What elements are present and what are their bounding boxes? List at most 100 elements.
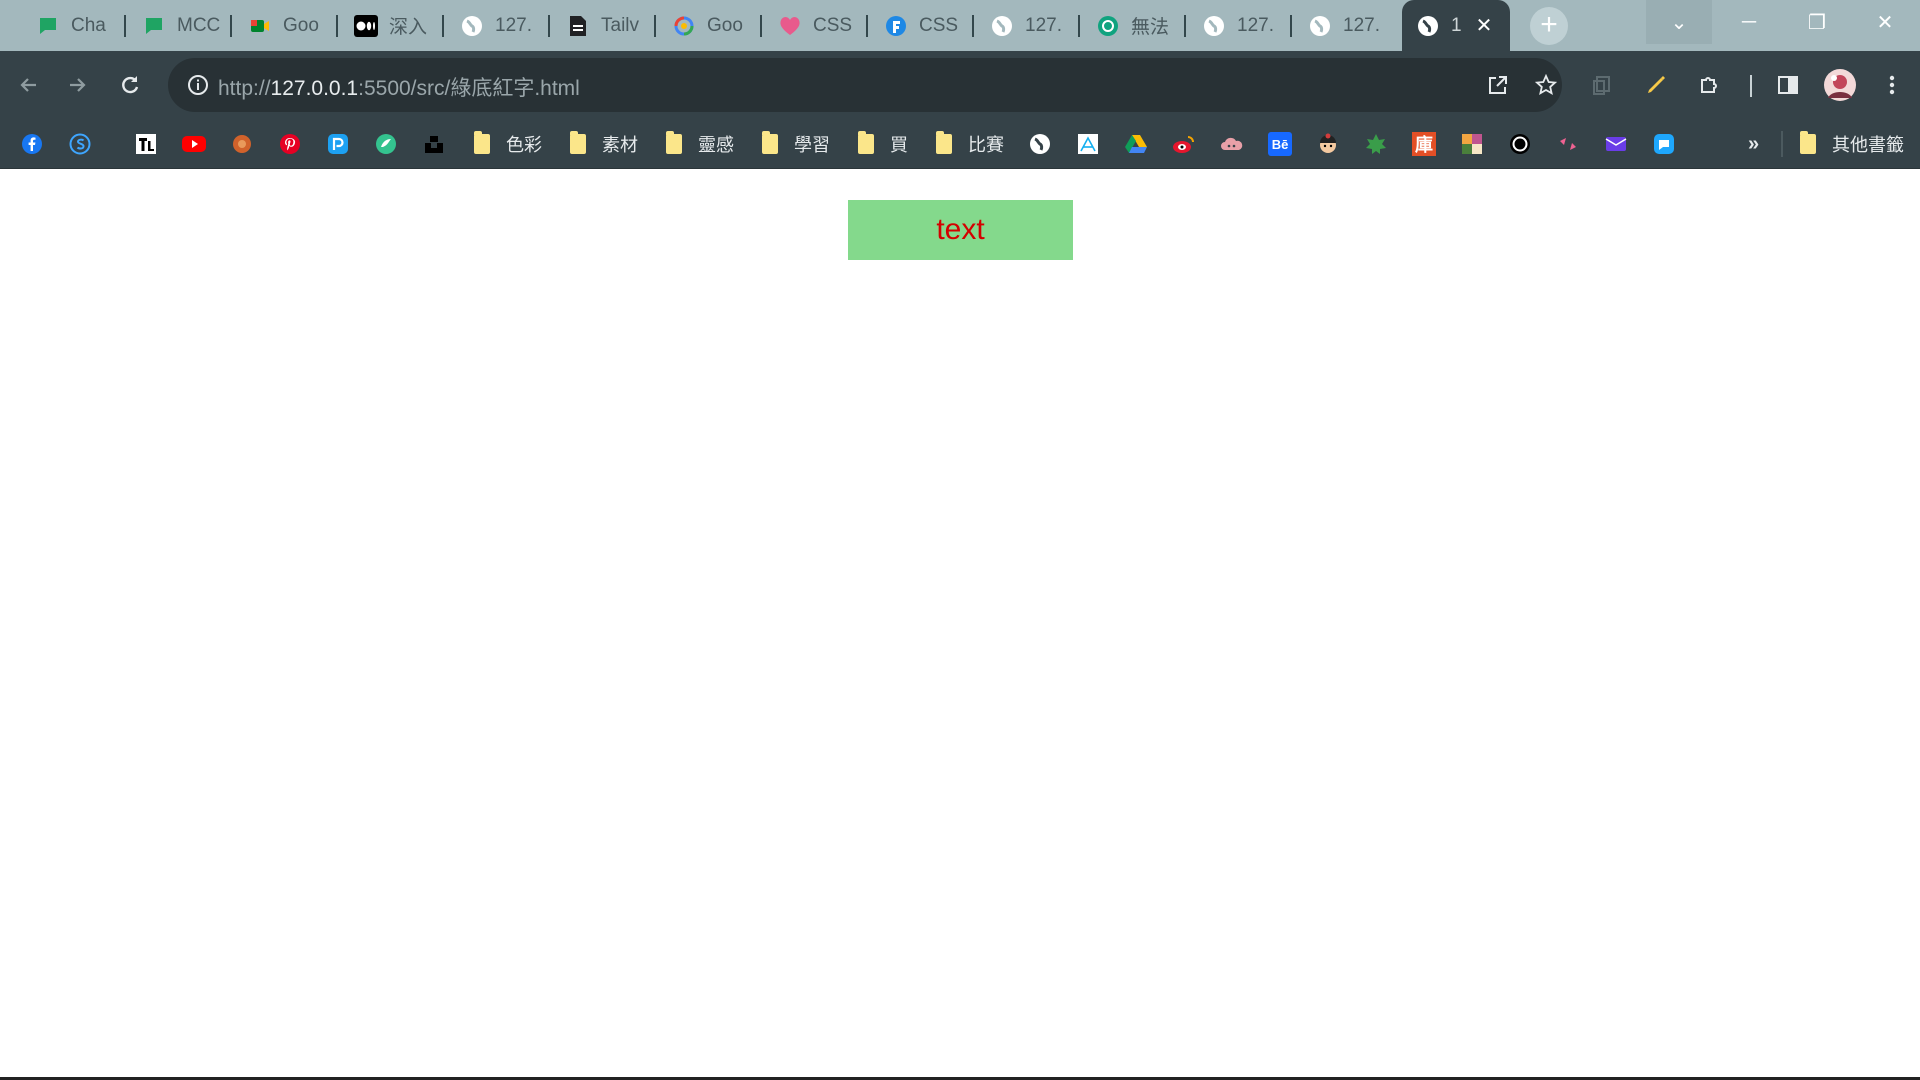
back-button[interactable] — [8, 65, 48, 105]
tab[interactable]: Tailv — [552, 0, 644, 51]
chevron-down-icon: ⌄ — [1670, 11, 1688, 34]
bookmark-facebook[interactable] — [20, 129, 44, 159]
minimize-icon: ─ — [1741, 10, 1757, 33]
tab[interactable]: MCC — [128, 0, 220, 51]
active-tab[interactable]: 1 ✕ — [1402, 0, 1510, 51]
bookmark-s[interactable] — [68, 129, 92, 159]
site-info-button[interactable] — [178, 65, 218, 105]
tab[interactable]: 無法 — [1082, 0, 1174, 51]
tab[interactable]: Goo — [234, 0, 326, 51]
folder-icon — [854, 131, 878, 156]
tab-separator — [1184, 15, 1186, 37]
behance-icon: Bē — [1268, 132, 1292, 156]
side-panel-icon — [1778, 76, 1798, 94]
bookmark-google-drive[interactable] — [1124, 129, 1148, 159]
bookmarks-overflow-button[interactable]: » — [1748, 129, 1759, 159]
avatar — [1824, 69, 1856, 101]
bookmark-globe[interactable] — [1028, 129, 1052, 159]
tab[interactable]: CSS — [764, 0, 856, 51]
globe-icon — [1202, 14, 1226, 38]
close-window-button[interactable]: ✕ — [1852, 0, 1918, 44]
bookmark-cloud[interactable] — [1220, 129, 1244, 159]
bookmark-folder-contests[interactable]: 比賽 — [932, 129, 1004, 159]
bookmark-pink-arrows[interactable] — [1556, 129, 1580, 159]
bookmark-folder-buy[interactable]: 買 — [854, 129, 908, 159]
tab-separator — [548, 15, 550, 37]
puzzle-icon — [1701, 77, 1717, 93]
tab-search-button[interactable]: ⌄ — [1646, 0, 1712, 44]
bookmark-folder-inspiration[interactable]: 靈感 — [662, 129, 734, 159]
pinterest-icon — [278, 132, 302, 156]
p-logo-icon — [326, 132, 350, 156]
info-icon — [188, 75, 208, 95]
tab[interactable]: 127. — [446, 0, 538, 51]
bookmark-tl[interactable] — [134, 129, 158, 159]
tab-separator — [866, 15, 868, 37]
forward-button[interactable] — [58, 65, 98, 105]
url-text[interactable]: http://127.0.0.1:5500/src/綠底紅字.html — [218, 72, 580, 102]
other-bookmarks-folder[interactable]: 其他書籤 — [1796, 129, 1904, 159]
menu-button[interactable] — [1872, 65, 1912, 105]
s-logo-icon — [68, 132, 92, 156]
tab[interactable]: 127. — [1188, 0, 1280, 51]
url-host: 127.0.0.1 — [270, 77, 359, 100]
bookmark-label: 色彩 — [506, 135, 542, 155]
copy-icon — [1593, 76, 1610, 95]
bookmark-mail[interactable] — [1604, 129, 1628, 159]
bookmark-palette[interactable] — [1460, 129, 1484, 159]
bookmark-label: 素材 — [602, 135, 638, 155]
tab[interactable]: CSS — [870, 0, 962, 51]
url-scheme: http:// — [218, 77, 271, 100]
minimize-button[interactable]: ─ — [1716, 0, 1782, 44]
bookmark-folder-colors[interactable]: 色彩 — [470, 129, 542, 159]
bookmarks-divider — [1781, 131, 1783, 157]
tab[interactable]: Cha — [22, 0, 114, 51]
side-panel-button[interactable] — [1768, 65, 1808, 105]
bookmark-character[interactable] — [1316, 129, 1340, 159]
bookmark-folder-learning[interactable]: 學習 — [758, 129, 830, 159]
tab[interactable]: 深入 — [340, 0, 432, 51]
new-tab-button[interactable]: + — [1530, 7, 1568, 45]
bookmark-green-circle[interactable] — [374, 129, 398, 159]
tab-separator — [230, 15, 232, 37]
tab-separator — [1290, 15, 1292, 37]
bookmark-flower[interactable] — [230, 129, 254, 159]
tab[interactable]: Goo — [658, 0, 750, 51]
bookmark-ring[interactable] — [1508, 129, 1532, 159]
globe-icon — [990, 14, 1014, 38]
reload-button[interactable] — [110, 65, 150, 105]
copy-extension-button[interactable] — [1582, 65, 1622, 105]
bookmark-artstation[interactable] — [1076, 129, 1100, 159]
bookmark-library[interactable]: 庫 — [1412, 129, 1436, 159]
folder-icon — [470, 131, 494, 156]
flower-icon — [230, 132, 254, 156]
bookmark-behance[interactable]: Bē — [1268, 129, 1292, 159]
highlighter-extension-button[interactable] — [1636, 65, 1676, 105]
bookmark-pinterest[interactable] — [278, 129, 302, 159]
bookmark-unsplash[interactable] — [422, 129, 446, 159]
bookmark-blue-chat[interactable] — [1652, 129, 1676, 159]
profile-button[interactable] — [1820, 65, 1860, 105]
bookmark-leaf[interactable] — [1364, 129, 1388, 159]
restore-icon: ❐ — [1808, 11, 1826, 34]
tab-separator — [760, 15, 762, 37]
share-button[interactable] — [1478, 65, 1518, 105]
bookmark-weibo[interactable] — [1172, 129, 1196, 159]
tab[interactable]: 127. — [1294, 0, 1386, 51]
tab-title: MCC — [177, 14, 220, 36]
green-box-red-text: text — [848, 200, 1073, 260]
tab-title: CSS — [919, 14, 959, 36]
globe-icon — [1416, 14, 1440, 38]
bookmark-star-button[interactable] — [1526, 65, 1566, 105]
bookmark-label: 靈感 — [698, 135, 734, 155]
bookmark-folder-materials[interactable]: 素材 — [566, 129, 638, 159]
library-icon: 庫 — [1412, 132, 1436, 156]
bookmark-youtube[interactable] — [182, 129, 206, 159]
extensions-button[interactable] — [1690, 65, 1730, 105]
tab[interactable]: 127. — [976, 0, 1068, 51]
address-bar[interactable]: http://127.0.0.1:5500/src/綠底紅字.html — [168, 58, 1562, 112]
bookmark-p[interactable] — [326, 129, 350, 159]
close-tab-icon[interactable]: ✕ — [1476, 13, 1493, 38]
tab-separator — [1078, 15, 1080, 37]
restore-button[interactable]: ❐ — [1784, 0, 1850, 44]
